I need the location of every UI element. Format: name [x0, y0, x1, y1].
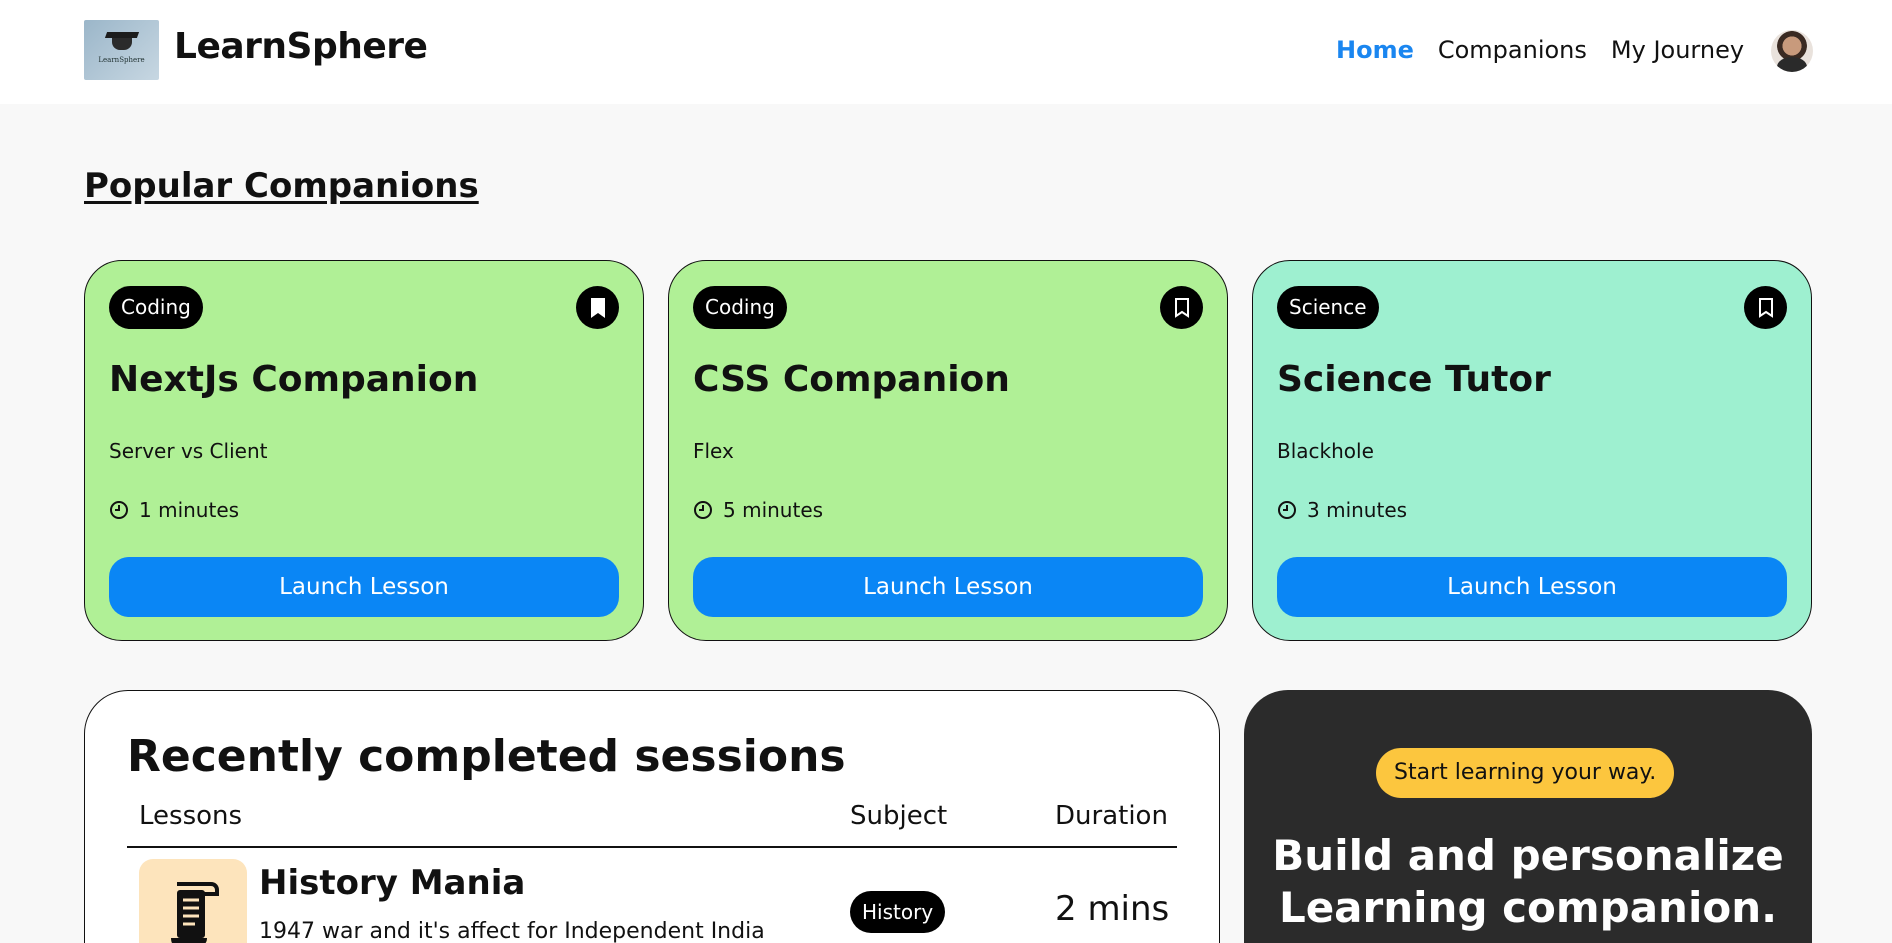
companion-duration: 5 minutes — [693, 498, 823, 522]
bookmark-outline-icon — [1174, 297, 1189, 318]
companion-topic: Blackhole — [1277, 439, 1374, 463]
bookmark-button[interactable] — [576, 286, 619, 329]
bookmark-outline-icon — [1758, 297, 1773, 318]
cta-badge: Start learning your way. — [1376, 748, 1675, 798]
clock-icon — [694, 501, 712, 519]
nav-links: Home Companions My Journey — [1336, 36, 1744, 64]
companion-name: CSS Companion — [693, 359, 1010, 400]
header-divider — [127, 846, 1177, 848]
bookmark-filled-icon — [590, 297, 605, 318]
companion-topic: Flex — [693, 439, 734, 463]
nav-companions[interactable]: Companions — [1438, 36, 1587, 64]
history-scroll-icon — [139, 859, 247, 943]
subject-badge: Science — [1277, 286, 1379, 329]
clock-icon — [110, 501, 128, 519]
cta-headline: Build and personalize Learning companion… — [1272, 831, 1784, 932]
launch-lesson-button[interactable]: Launch Lesson — [693, 557, 1203, 617]
duration-text: 1 minutes — [139, 498, 240, 522]
logo[interactable]: LearnSphere — [84, 20, 159, 80]
popular-companions-title: Popular Companions — [84, 166, 479, 206]
column-header-duration: Duration — [1055, 801, 1168, 831]
logo-text: LearnSphere — [98, 56, 145, 64]
navbar: LearnSphere LearnSphere Home Companions … — [0, 0, 1892, 104]
launch-lesson-button[interactable]: Launch Lesson — [109, 557, 619, 617]
clock-icon — [1278, 501, 1296, 519]
companion-duration: 1 minutes — [109, 498, 239, 522]
subject-badge: Coding — [109, 286, 203, 329]
recent-sessions-panel: Recently completed sessions Lessons Subj… — [84, 690, 1220, 943]
duration-text: 5 minutes — [723, 498, 824, 522]
lesson-name[interactable]: History Mania — [259, 863, 525, 903]
companion-card: Coding NextJs Companion Server vs Client… — [84, 260, 644, 641]
lesson-topic: 1947 war and it's affect for Independent… — [259, 919, 765, 943]
scroll-icon — [171, 882, 219, 943]
column-header-lessons: Lessons — [139, 801, 243, 831]
graduation-cap-icon — [111, 36, 132, 50]
companion-name: Science Tutor — [1277, 359, 1551, 400]
companion-name: NextJs Companion — [109, 359, 479, 400]
nav-home[interactable]: Home — [1336, 36, 1414, 64]
recent-sessions-title: Recently completed sessions — [127, 731, 846, 782]
companion-card: Science Science Tutor Blackhole 3 minute… — [1252, 260, 1812, 641]
bookmark-button[interactable] — [1160, 286, 1203, 329]
companion-duration: 3 minutes — [1277, 498, 1407, 522]
build-companion-cta: Start learning your way. Build and perso… — [1244, 690, 1812, 943]
brand-name[interactable]: LearnSphere — [174, 26, 428, 67]
subject-badge: Coding — [693, 286, 787, 329]
subject-badge: History — [850, 891, 946, 933]
column-header-subject: Subject — [850, 801, 948, 831]
nav-my-journey[interactable]: My Journey — [1611, 36, 1744, 64]
bookmark-button[interactable] — [1744, 286, 1787, 329]
companion-topic: Server vs Client — [109, 439, 268, 463]
lesson-duration: 2 mins — [1055, 889, 1170, 929]
launch-lesson-button[interactable]: Launch Lesson — [1277, 557, 1787, 617]
avatar[interactable] — [1771, 30, 1813, 72]
duration-text: 3 minutes — [1307, 498, 1408, 522]
companion-card: Coding CSS Companion Flex 5 minutes Laun… — [668, 260, 1228, 641]
